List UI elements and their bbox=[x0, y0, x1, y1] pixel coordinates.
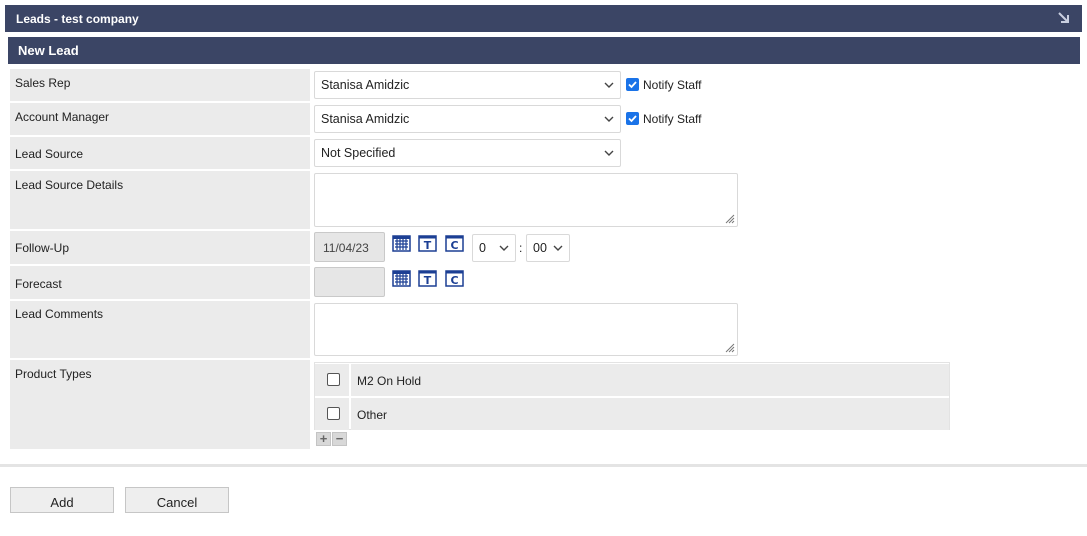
chevron-down-icon bbox=[604, 150, 614, 156]
cancel-button[interactable]: Cancel bbox=[125, 487, 229, 513]
product-type-name: Other bbox=[351, 398, 949, 430]
checkbox-cell bbox=[315, 398, 349, 430]
account-manager-value: Stanisa Amidzic bbox=[321, 112, 410, 126]
today-glyph: T bbox=[424, 274, 432, 287]
lead-source-label-cell: Lead Source bbox=[10, 137, 310, 169]
follow-up-minute-value: 00 bbox=[533, 241, 547, 255]
chevron-down-icon bbox=[499, 245, 509, 251]
follow-up-hour-select[interactable]: 0 bbox=[472, 234, 516, 262]
notify-staff-account-manager-checkbox[interactable] bbox=[626, 112, 639, 125]
account-manager-select[interactable]: Stanisa Amidzic bbox=[314, 105, 621, 133]
clear-calendar-icon[interactable]: C bbox=[445, 233, 464, 252]
table-row: M2 On Hold bbox=[315, 364, 949, 396]
follow-up-date-value: 11/04/23 bbox=[323, 241, 369, 255]
notify-staff-sales-rep-checkbox[interactable] bbox=[626, 78, 639, 91]
lead-source-details-label-cell: Lead Source Details bbox=[10, 171, 310, 229]
today-glyph: T bbox=[424, 239, 432, 252]
lead-comments-textarea[interactable] bbox=[314, 303, 738, 356]
section-title: New Lead bbox=[18, 43, 79, 58]
lead-source-label: Lead Source bbox=[15, 147, 84, 161]
check-icon bbox=[628, 115, 637, 123]
resize-grip-icon[interactable] bbox=[723, 212, 735, 224]
expand-arrow-icon[interactable] bbox=[1056, 10, 1072, 26]
forecast-date-input[interactable] bbox=[314, 267, 385, 297]
follow-up-hour-value: 0 bbox=[479, 241, 486, 255]
today-calendar-icon[interactable]: T bbox=[418, 233, 437, 252]
add-button[interactable]: Add bbox=[10, 487, 114, 513]
follow-up-label: Follow-Up bbox=[15, 241, 70, 255]
clear-glyph: C bbox=[450, 239, 458, 252]
table-row: Other bbox=[315, 398, 949, 430]
sales-rep-select[interactable]: Stanisa Amidzic bbox=[314, 71, 621, 99]
product-types-label: Product Types bbox=[15, 367, 92, 381]
add-row-button[interactable]: + bbox=[316, 432, 331, 446]
calendar-icon[interactable] bbox=[392, 268, 411, 287]
chevron-down-icon bbox=[553, 245, 563, 251]
time-separator: : bbox=[519, 241, 523, 255]
sales-rep-label-cell: Sales Rep bbox=[10, 69, 310, 101]
notify-staff-sales-rep-label: Notify Staff bbox=[643, 78, 702, 92]
clear-calendar-icon[interactable]: C bbox=[445, 268, 464, 287]
product-type-checkbox[interactable] bbox=[327, 407, 340, 420]
account-manager-label-cell: Account Manager bbox=[10, 103, 310, 135]
divider bbox=[0, 464, 1087, 467]
checkbox-cell bbox=[315, 364, 349, 396]
follow-up-label-cell: Follow-Up bbox=[10, 231, 310, 264]
chevron-down-icon bbox=[604, 82, 614, 88]
sales-rep-value: Stanisa Amidzic bbox=[321, 78, 410, 92]
section-header: New Lead bbox=[8, 37, 1080, 64]
window-title: Leads - test company bbox=[16, 12, 139, 26]
check-icon bbox=[628, 81, 637, 89]
follow-up-date-input[interactable]: 11/04/23 bbox=[314, 232, 385, 262]
today-calendar-icon[interactable]: T bbox=[418, 268, 437, 287]
calendar-icon[interactable] bbox=[392, 233, 411, 252]
window-titlebar: Leads - test company bbox=[5, 5, 1082, 32]
follow-up-minute-select[interactable]: 00 bbox=[526, 234, 570, 262]
lead-source-value: Not Specified bbox=[321, 146, 396, 160]
product-type-name: M2 On Hold bbox=[351, 364, 949, 396]
account-manager-label: Account Manager bbox=[15, 110, 110, 124]
lead-comments-label: Lead Comments bbox=[15, 307, 104, 321]
lead-source-details-label: Lead Source Details bbox=[15, 178, 124, 192]
product-types-table: M2 On Hold Other bbox=[314, 362, 950, 430]
forecast-label-cell: Forecast bbox=[10, 266, 310, 299]
lead-source-details-textarea[interactable] bbox=[314, 173, 738, 227]
clear-glyph: C bbox=[450, 274, 458, 287]
lead-comments-label-cell: Lead Comments bbox=[10, 301, 310, 358]
lead-source-select[interactable]: Not Specified bbox=[314, 139, 621, 167]
notify-staff-account-manager-label: Notify Staff bbox=[643, 112, 702, 126]
product-types-label-cell: Product Types bbox=[10, 360, 310, 449]
resize-grip-icon[interactable] bbox=[723, 341, 735, 353]
remove-row-button[interactable]: − bbox=[332, 432, 347, 446]
sales-rep-label: Sales Rep bbox=[15, 76, 71, 90]
chevron-down-icon bbox=[604, 116, 614, 122]
product-type-checkbox[interactable] bbox=[327, 373, 340, 386]
forecast-label: Forecast bbox=[15, 277, 62, 291]
